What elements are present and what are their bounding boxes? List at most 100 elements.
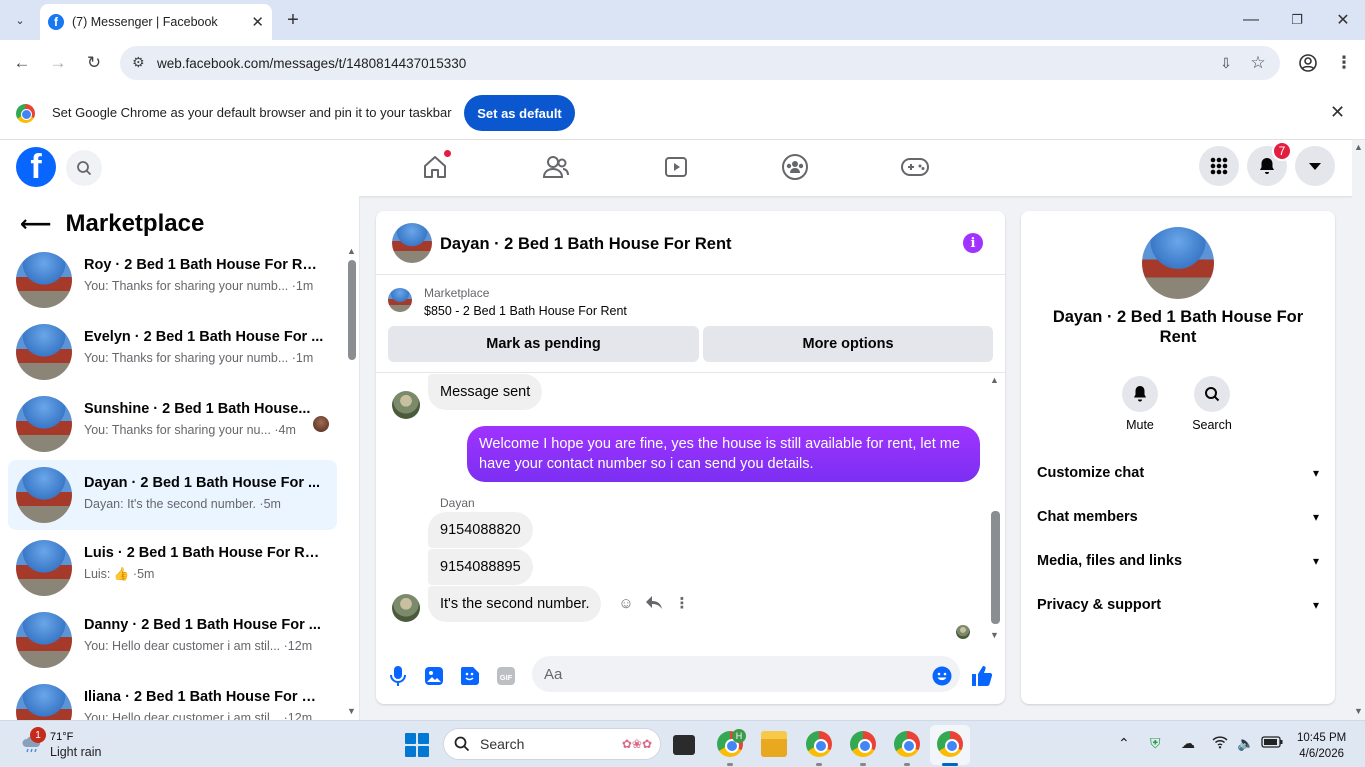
install-app-icon[interactable]: ⇩ bbox=[1214, 51, 1238, 75]
tab-list-button[interactable]: ⌄ bbox=[8, 8, 32, 32]
account-dropdown-icon[interactable] bbox=[1295, 146, 1335, 186]
forward-icon[interactable]: → bbox=[46, 51, 70, 75]
contact-large-avatar[interactable] bbox=[1142, 227, 1214, 299]
conversation-name: Iliana · 2 Bed 1 Bath House For R... bbox=[84, 689, 324, 705]
active-indicator bbox=[942, 763, 958, 766]
reload-icon[interactable]: ↻ bbox=[82, 51, 106, 75]
battery-icon[interactable] bbox=[1261, 735, 1283, 751]
conversation-item[interactable]: Luis · 2 Bed 1 Bath House For Rent Luis:… bbox=[8, 536, 337, 600]
conversation-name: Sunshine · 2 Bed 1 Bath House... bbox=[84, 401, 311, 417]
maximize-button[interactable]: ❐ bbox=[1285, 8, 1309, 32]
tab-close-icon[interactable]: ✕ bbox=[251, 13, 264, 31]
conversation-item-active[interactable]: Dayan · 2 Bed 1 Bath House For ... Dayan… bbox=[8, 460, 337, 530]
set-as-default-button[interactable]: Set as default bbox=[464, 95, 575, 131]
more-options-button[interactable]: More options bbox=[703, 326, 993, 362]
gif-icon[interactable]: GIF bbox=[494, 664, 518, 688]
thumbs-up-icon[interactable] bbox=[970, 664, 994, 688]
profile-icon[interactable] bbox=[1296, 51, 1320, 75]
cloud-offline-icon[interactable]: ☁ bbox=[1181, 735, 1195, 752]
conversation-list-panel: ⟵ Marketplace Roy · 2 Bed 1 Bath House F… bbox=[0, 196, 360, 720]
row-label: Privacy & support bbox=[1037, 597, 1162, 613]
facebook-logo-icon[interactable]: f bbox=[16, 147, 56, 187]
back-arrow-icon[interactable]: ⟵ bbox=[20, 211, 52, 237]
video-icon[interactable] bbox=[657, 150, 695, 184]
chrome-taskbar-icon[interactable] bbox=[806, 731, 832, 757]
page-scroll-up-icon[interactable]: ▲ bbox=[1354, 142, 1363, 152]
site-settings-icon[interactable]: ⚙ bbox=[132, 54, 145, 71]
privacy-support-row[interactable]: Privacy & support ▾ bbox=[1029, 583, 1327, 627]
photo-icon[interactable] bbox=[422, 664, 446, 688]
scroll-down-arrow-icon[interactable]: ▼ bbox=[347, 706, 356, 716]
message-input[interactable] bbox=[532, 656, 960, 692]
conversation-name: Dayan · 2 Bed 1 Bath House For ... bbox=[84, 475, 321, 491]
minimize-button[interactable]: — bbox=[1239, 8, 1263, 32]
row-label: Customize chat bbox=[1037, 465, 1145, 481]
groups-icon[interactable] bbox=[776, 150, 814, 184]
sticker-icon[interactable] bbox=[458, 664, 482, 688]
gaming-icon[interactable] bbox=[896, 150, 934, 184]
chat-scroll-down-icon[interactable]: ▼ bbox=[990, 630, 999, 640]
conversation-name: Roy · 2 Bed 1 Bath House For Rent bbox=[84, 257, 324, 273]
more-actions-icon[interactable]: ⋮ bbox=[672, 593, 692, 613]
chrome-taskbar-icon-active[interactable] bbox=[937, 731, 963, 757]
react-emoji-icon[interactable]: ☺ bbox=[616, 593, 636, 613]
browser-toolbar: ← → ↻ ⚙ web.facebook.com/messages/t/1480… bbox=[0, 40, 1365, 86]
windows-start-icon[interactable] bbox=[405, 733, 429, 757]
customize-chat-row[interactable]: Customize chat ▾ bbox=[1029, 451, 1327, 495]
friends-icon[interactable] bbox=[537, 150, 575, 184]
listing-thumbnail[interactable] bbox=[388, 288, 412, 312]
address-bar[interactable]: ⚙ web.facebook.com/messages/t/1480814437… bbox=[120, 46, 1280, 80]
conversation-item[interactable]: Roy · 2 Bed 1 Bath House For Rent You: T… bbox=[8, 248, 337, 312]
task-view-icon[interactable] bbox=[673, 735, 695, 755]
close-window-button[interactable]: ✕ bbox=[1331, 8, 1355, 32]
conversation-preview: Luis: 👍 ·5m bbox=[84, 567, 155, 581]
mark-as-pending-button[interactable]: Mark as pending bbox=[388, 326, 699, 362]
chevron-down-icon: ▾ bbox=[1312, 466, 1319, 480]
page-scrollbar[interactable]: ▲ ▼ bbox=[1352, 140, 1365, 720]
file-explorer-icon[interactable] bbox=[761, 731, 787, 757]
listing-title[interactable]: $850 - 2 Bed 1 Bath House For Rent bbox=[424, 304, 627, 318]
emoji-icon[interactable] bbox=[930, 664, 954, 688]
browser-tab[interactable]: f (7) Messenger | Facebook ✕ bbox=[40, 4, 272, 40]
conversation-item[interactable]: Evelyn · 2 Bed 1 Bath House For ... You:… bbox=[8, 320, 337, 384]
conversation-list-scrollbar[interactable] bbox=[348, 260, 356, 360]
chrome-menu-icon[interactable]: ⋮ bbox=[1332, 51, 1356, 75]
conversation-preview: You: Thanks for sharing your numb... ·1m bbox=[84, 351, 314, 365]
info-icon[interactable]: i bbox=[963, 233, 983, 253]
message-composer: GIF bbox=[376, 654, 1005, 704]
page-scroll-down-icon[interactable]: ▼ bbox=[1354, 706, 1363, 716]
listing-avatar bbox=[16, 540, 72, 596]
chrome-taskbar-icon[interactable] bbox=[894, 731, 920, 757]
chat-scroll-up-icon[interactable]: ▲ bbox=[990, 375, 999, 385]
back-icon[interactable]: ← bbox=[10, 51, 34, 75]
conversation-item[interactable]: Danny · 2 Bed 1 Bath House For ... You: … bbox=[8, 608, 337, 672]
chat-scrollbar[interactable] bbox=[991, 511, 1000, 624]
search-in-conversation-button[interactable]: Search bbox=[1182, 376, 1242, 432]
mute-button[interactable]: Mute bbox=[1110, 376, 1170, 432]
volume-icon[interactable]: 🔈 bbox=[1237, 735, 1254, 752]
mute-label: Mute bbox=[1126, 418, 1154, 432]
chat-title[interactable]: Dayan · 2 Bed 1 Bath House For Rent bbox=[440, 235, 732, 254]
conversation-item[interactable]: Sunshine · 2 Bed 1 Bath House... You: Th… bbox=[8, 392, 337, 456]
menu-grid-icon[interactable] bbox=[1199, 146, 1239, 186]
conversation-item[interactable]: Iliana · 2 Bed 1 Bath House For R... You… bbox=[8, 680, 337, 720]
conversation-preview: Dayan: It's the second number. ·5m bbox=[84, 497, 281, 511]
facebook-search-icon[interactable] bbox=[66, 150, 102, 186]
wifi-icon[interactable] bbox=[1212, 735, 1228, 752]
chat-avatar[interactable] bbox=[392, 223, 432, 263]
system-clock[interactable]: 10:45 PM 4/6/2026 bbox=[1297, 730, 1346, 762]
scroll-up-arrow-icon[interactable]: ▲ bbox=[347, 246, 356, 256]
security-icon[interactable]: ⛨ bbox=[1150, 735, 1161, 752]
infobar-close-icon[interactable]: ✕ bbox=[1330, 102, 1345, 123]
microphone-icon[interactable] bbox=[386, 664, 410, 688]
conversation-preview: You: Thanks for sharing your numb... ·1m bbox=[84, 279, 314, 293]
search-label: Search bbox=[1192, 418, 1232, 432]
taskbar-search[interactable]: Search ✿❀✿ bbox=[443, 728, 661, 760]
media-files-links-row[interactable]: Media, files and links ▾ bbox=[1029, 539, 1327, 583]
bookmark-star-icon[interactable]: ☆ bbox=[1246, 51, 1270, 75]
new-tab-button[interactable]: + bbox=[283, 8, 303, 32]
reply-icon[interactable] bbox=[644, 593, 664, 613]
chrome-taskbar-icon[interactable] bbox=[850, 731, 876, 757]
show-hidden-icons[interactable]: ⌃ bbox=[1118, 735, 1130, 752]
chat-members-row[interactable]: Chat members ▾ bbox=[1029, 495, 1327, 539]
